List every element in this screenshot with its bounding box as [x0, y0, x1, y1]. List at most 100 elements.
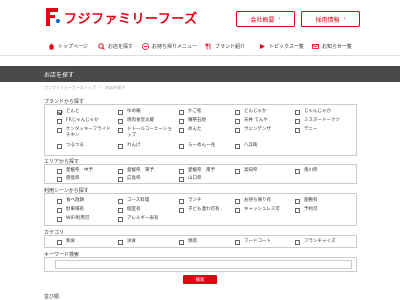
category-checkbox[interactable]: フードコート	[235, 239, 292, 245]
area-checkbox[interactable]: 愛媛県 南予	[179, 168, 236, 174]
checkbox-box[interactable]	[57, 239, 62, 245]
checkbox-box[interactable]	[118, 216, 123, 222]
checkbox-box[interactable]	[179, 176, 184, 182]
brand-checkbox[interactable]: かご松	[179, 109, 236, 115]
nav-item-top[interactable]: トップページ	[48, 40, 88, 52]
checkbox-box[interactable]	[118, 176, 123, 182]
brand-checkbox[interactable]: ゆめ庵	[118, 109, 175, 115]
brand-checkbox[interactable]: ミスタードーナツ	[295, 118, 352, 124]
checkbox-box[interactable]	[235, 168, 240, 174]
checkbox-box[interactable]	[179, 118, 184, 124]
checkbox-box[interactable]	[295, 127, 300, 133]
keyword-input[interactable]	[55, 260, 352, 269]
scene-checkbox[interactable]: 駐車場有	[57, 207, 114, 213]
checkbox-box[interactable]	[118, 127, 123, 133]
brand-checkbox[interactable]: どんじゃか	[235, 109, 292, 115]
checkbox-box[interactable]	[295, 109, 300, 115]
brand-checkbox[interactable]: れんげ	[118, 143, 175, 149]
category-checkbox[interactable]: 洋食	[118, 239, 175, 245]
checkbox-box[interactable]	[179, 168, 184, 174]
brand-checkbox[interactable]: ケンタッキーフライドチキン	[57, 127, 114, 139]
nav-item-news[interactable]: お知らせ一覧	[312, 40, 352, 52]
checkbox-box[interactable]	[57, 216, 62, 222]
checkbox-box[interactable]	[118, 143, 123, 149]
brand-checkbox[interactable]: デニー	[295, 127, 352, 133]
checkbox-box[interactable]	[235, 118, 240, 124]
checkbox-box[interactable]	[118, 207, 123, 213]
scene-checkbox[interactable]: アレルギー表有	[118, 216, 175, 222]
area-checkbox[interactable]: 広島県	[118, 176, 175, 182]
brand-checkbox[interactable]: どんと	[57, 109, 114, 115]
checkbox-box[interactable]	[235, 143, 240, 149]
search-button[interactable]: 検索	[183, 275, 217, 284]
checkbox-box[interactable]	[118, 198, 123, 204]
checkbox-box[interactable]	[235, 198, 240, 204]
checkbox-box[interactable]	[118, 118, 123, 124]
scene-checkbox[interactable]: お持ち帰り有	[235, 198, 292, 204]
checkbox-box[interactable]	[179, 109, 184, 115]
category-checkbox[interactable]: 和食	[57, 239, 114, 245]
area-checkbox[interactable]: 高知県	[235, 168, 292, 174]
scene-options-box: 食べ放題 コース料理 ランチ お持ち帰り有 座敷有 駐車場有 個室有 子ども連れ…	[44, 193, 357, 226]
scene-checkbox[interactable]: WIFI利用可	[57, 216, 114, 222]
checkbox-box[interactable]	[235, 109, 240, 115]
checkbox-box[interactable]	[179, 239, 184, 245]
checkbox-box[interactable]	[295, 239, 300, 245]
checkbox-box[interactable]	[57, 207, 62, 213]
brand-checkbox[interactable]: つるつる	[57, 143, 114, 149]
area-checkbox[interactable]: 愛媛県 中予	[57, 168, 114, 174]
scene-checkbox[interactable]: ランチ	[179, 198, 236, 204]
checkbox-box[interactable]	[179, 198, 184, 204]
nav-item-topics[interactable]: トピックス一覧	[259, 40, 304, 52]
scene-checkbox[interactable]: 食べ放題	[57, 198, 114, 204]
checkbox-box[interactable]	[179, 207, 184, 213]
checkbox-box[interactable]	[57, 109, 62, 115]
checkbox-box[interactable]	[57, 198, 62, 204]
brand-checkbox[interactable]: 焼肉食堂炎蔵	[118, 118, 175, 124]
category-checkbox[interactable]: フランチャイズ	[295, 239, 352, 245]
checkbox-box[interactable]	[235, 239, 240, 245]
checkbox-box[interactable]	[235, 207, 240, 213]
checkbox-box[interactable]	[57, 168, 62, 174]
brand-checkbox[interactable]: FRじゃんじゃか	[57, 118, 114, 124]
site-logo[interactable]: フジファミリーフーズ	[44, 7, 198, 27]
nav-item-brand[interactable]: ブランド紹介	[205, 40, 245, 52]
checkbox-box[interactable]	[118, 168, 123, 174]
scene-checkbox[interactable]: キャッシュレス可	[235, 207, 292, 213]
area-checkbox[interactable]: 徳島県	[57, 176, 114, 182]
checkbox-box[interactable]	[295, 168, 300, 174]
checkbox-box[interactable]	[57, 143, 62, 149]
brand-checkbox[interactable]: ドトールコーヒーショップ	[118, 127, 175, 139]
brand-checkbox[interactable]: 天丼 てんや	[235, 118, 292, 124]
checkbox-box[interactable]	[295, 198, 300, 204]
company-overview-button[interactable]: 会社概要 ›	[236, 11, 295, 27]
brand-checkbox[interactable]: ヴェンデンザ	[235, 127, 292, 133]
recruit-info-button[interactable]: 採用情報 ›	[301, 11, 360, 27]
checkbox-box[interactable]	[295, 118, 300, 124]
category-checkbox[interactable]: 焼肉	[179, 239, 236, 245]
checkbox-box[interactable]	[118, 109, 123, 115]
checkbox-box[interactable]	[179, 143, 184, 149]
checkbox-box[interactable]	[57, 127, 62, 133]
brand-checkbox[interactable]: じゃんじゃか	[295, 109, 352, 115]
nav-item-takeout[interactable]: お持ち帰りメニュー	[142, 40, 197, 52]
scene-checkbox[interactable]: 予約可	[295, 207, 352, 213]
area-checkbox[interactable]: 愛媛県 東予	[118, 168, 175, 174]
checkbox-box[interactable]	[57, 176, 62, 182]
scene-checkbox[interactable]: 子ども連れ可有	[179, 207, 236, 213]
brand-checkbox[interactable]: 曜祭石焼	[179, 118, 236, 124]
brand-checkbox[interactable]: めんた	[179, 127, 236, 133]
checkbox-box[interactable]	[295, 207, 300, 213]
area-checkbox[interactable]: 山口県	[179, 176, 236, 182]
checkbox-box[interactable]	[118, 239, 123, 245]
brand-checkbox[interactable]: らーめん一兆	[179, 143, 236, 149]
area-checkbox[interactable]: 香川県	[295, 168, 352, 174]
checkbox-box[interactable]	[57, 118, 62, 124]
checkbox-box[interactable]	[179, 127, 184, 133]
scene-checkbox[interactable]: 個室有	[118, 207, 175, 213]
checkbox-box[interactable]	[235, 127, 240, 133]
brand-checkbox[interactable]: 八兵衛	[235, 143, 292, 149]
nav-item-search-shop[interactable]: お店を探す	[98, 40, 133, 52]
scene-checkbox[interactable]: 座敷有	[295, 198, 352, 204]
scene-checkbox[interactable]: コース料理	[118, 198, 175, 204]
